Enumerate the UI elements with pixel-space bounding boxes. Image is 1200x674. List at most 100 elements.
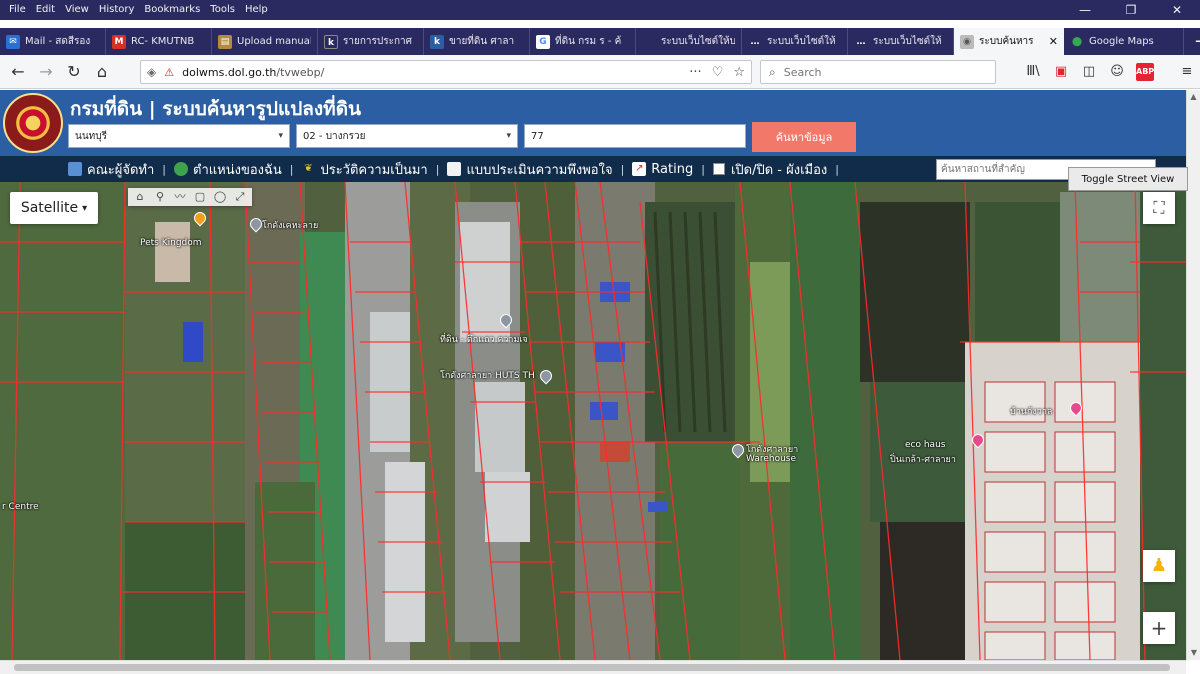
back-button[interactable]: ← [4,62,32,81]
map-label-huts-warehouse: โกดังศาลายา HUTS TH [440,371,535,381]
zoom-in-button[interactable]: + [1143,612,1175,644]
tab-mail[interactable]: ✉ Mail - สดสีรอง [0,28,106,55]
tab-rc-kmutnb[interactable]: M RC- KMUTNB [106,28,212,55]
polyline-icon[interactable]: 〰 [171,188,189,206]
rectangle-icon[interactable]: ▢ [191,188,209,206]
measure-icon[interactable]: ⤢ [231,188,249,206]
k-site-icon: k [430,34,444,49]
scroll-up-icon[interactable]: ▲ [1187,90,1200,104]
google-icon: G [536,34,550,49]
tab-website-3[interactable]: … ระบบเว็บไซต์ให้ [848,28,954,55]
toolbar-right: Ⅲ\ ▣ ◫ ☺ ABP ≡ [1024,63,1196,81]
home-button[interactable]: ⌂ [88,62,116,81]
close-window-button[interactable]: ✕ [1154,0,1200,20]
account-icon[interactable]: ☺ [1108,63,1126,81]
satellite-map[interactable]: Pets Kingdom โกดังเคหะลาย ที่ดิน - ตึกแถ… [0,182,1186,660]
tab-title: Google Maps [1089,36,1154,47]
tab-website-1[interactable]: ระบบเว็บไซต์ให้บ [636,28,742,55]
menu-items: File Edit View History Bookmarks Tools H… [0,0,273,20]
district-select[interactable]: 02 - บางกรวย ▾ [296,124,518,148]
scroll-down-icon[interactable]: ▼ [1187,646,1200,660]
minimize-button[interactable]: — [1062,0,1108,20]
page-icon: … [856,36,866,47]
vertical-scrollbar[interactable]: ▲ ▼ [1186,90,1200,660]
horizontal-scrollbar[interactable] [0,660,1186,674]
menu-help[interactable]: Help [240,0,273,20]
tab-title: รายการประกาศ [343,36,412,47]
tab-google-maps[interactable]: ⬤ Google Maps [1064,28,1184,55]
pegman-street-view-icon[interactable]: ♟ [1143,550,1175,582]
city-plan-checkbox[interactable] [712,163,725,175]
tab-website-2[interactable]: … ระบบเว็บไซต์ให้ [742,28,848,55]
toggle-street-view-button[interactable]: Toggle Street View [1068,167,1188,191]
url-text[interactable]: dolwms.dol.go.th/tvwebp/ [182,66,689,79]
site-header: กรมที่ดิน | ระบบค้นหารูปแปลงที่ดิน นนทบุ… [0,90,1186,156]
parcel-number-input[interactable] [524,124,746,148]
tracking-shield-icon[interactable]: ◈ [147,65,156,79]
map-label-house-project: บ้านกังวาล [1010,407,1053,417]
menu-view[interactable]: View [60,0,94,20]
nav-toggle-city-plan-label: เปิด/ปิด - ผังเมือง [730,162,828,178]
maximize-button[interactable]: ❐ [1108,0,1154,20]
adblock-icon[interactable]: ABP [1136,63,1154,81]
bookmark-star-icon[interactable]: ☆ [733,65,745,80]
drawing-toolbar: ⌂ ⚲ 〰 ▢ ◯ ⤢ [128,188,252,206]
map-type-satellite-button[interactable]: Satellite ▾ [10,192,98,224]
tab-land-sale[interactable]: k ขายที่ดิน ศาลา [424,28,530,55]
reader-view-icon[interactable]: ◫ [1080,63,1098,81]
nav-survey[interactable]: แบบประเมินความพึงพอใจ [447,159,613,180]
menu-tools[interactable]: Tools [205,0,240,20]
chevron-down-icon: ▾ [278,131,283,141]
nav-rating[interactable]: ↗ Rating [632,162,693,177]
map-label-pets-kingdom: Pets Kingdom [140,238,202,248]
map-label-warehouse-en: Warehouse [746,454,797,464]
close-tab-icon[interactable]: ✕ [1046,35,1058,48]
sprout-icon: ❦ [304,163,313,174]
tab-upload-manual[interactable]: ▤ Upload manual [212,28,318,55]
search-data-button[interactable]: ค้นหาข้อมูล [752,122,856,152]
tab-strip: ✉ Mail - สดสีรอง M RC- KMUTNB ▤ Upload manu… [0,28,1200,55]
nav-separator: | [435,162,440,176]
hand-pan-icon[interactable]: ⌂ [131,188,149,206]
search-input[interactable] [783,65,964,79]
library-icon[interactable]: Ⅲ\ [1024,63,1042,81]
tab-listing[interactable]: k รายการประกาศ [318,28,424,55]
menu-file[interactable]: File [4,0,31,20]
nav-separator: | [162,162,167,176]
nav-toggle-city-plan[interactable]: เปิด/ปิด - ผังเมือง [712,159,828,180]
province-select[interactable]: นนทบุรี ▾ [68,124,290,148]
nav-my-location[interactable]: ตำแหน่งของฉัน [174,159,282,180]
tab-title: Upload manual [237,36,311,47]
page-actions-icon[interactable]: ··· [689,65,701,80]
tab-land-search-active[interactable]: ◉ ระบบค้นหาร ✕ [954,28,1064,55]
url-bar[interactable]: ◈ ⚠ dolwms.dol.go.th/tvwebp/ ··· ♡ ☆ [140,60,752,84]
map-label-land-shophouse: ที่ดิน - ตึกแถว ความเจ [440,335,528,345]
nav-committee[interactable]: คณะผู้จัดทำ [68,159,154,180]
url-actions: ··· ♡ ☆ [689,65,745,80]
search-bar[interactable]: ⌕ [760,60,996,84]
insecure-lock-icon[interactable]: ⚠ [164,66,174,79]
chart-icon: ↗ [632,162,647,176]
menu-history[interactable]: History [94,0,140,20]
new-tab-button[interactable]: + [1184,28,1200,55]
fullscreen-button[interactable]: ⛶ [1143,192,1175,224]
url-host: dolwms.dol.go.th [182,65,277,79]
circle-icon[interactable]: ◯ [211,188,229,206]
menu-edit[interactable]: Edit [31,0,60,20]
hamburger-menu-icon[interactable]: ≡ [1178,63,1196,81]
marker-icon[interactable]: ⚲ [151,188,169,206]
pocket-icon[interactable]: ♡ [712,65,724,80]
nav-committee-label: คณะผู้จัดทำ [87,162,155,178]
reload-button[interactable]: ↻ [60,62,88,81]
nav-history[interactable]: ❦ ประวัติความเป็นมา [301,159,427,180]
globe-icon [174,162,189,176]
tab-title: ระบบเว็บไซต์ให้ [873,36,942,47]
nav-separator: | [620,162,625,176]
horizontal-scroll-thumb[interactable] [14,664,1170,671]
menu-bookmarks[interactable]: Bookmarks [139,0,205,20]
nav-separator: | [701,162,705,176]
sync-icon[interactable]: ▣ [1052,63,1070,81]
tab-title: ขายที่ดิน ศาลา [449,36,515,47]
forward-button[interactable]: → [32,62,60,81]
tab-google-search[interactable]: G ที่ดิน กรม ร - ค้ [530,28,636,55]
